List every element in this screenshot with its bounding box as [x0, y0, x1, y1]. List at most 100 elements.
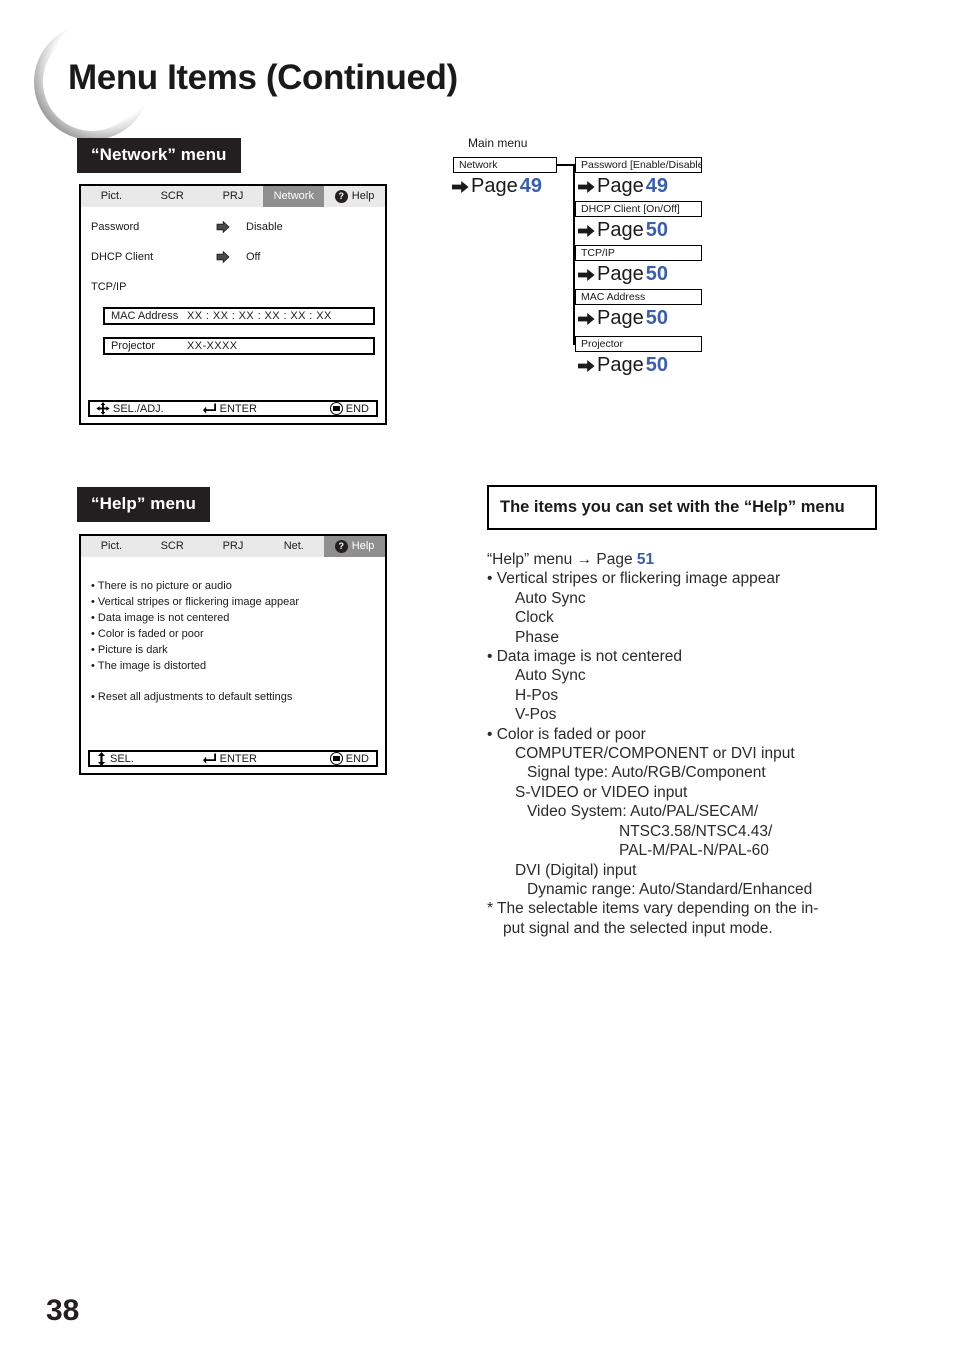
help-item-reset[interactable]: • Reset all adjustments to default setti…	[91, 691, 292, 703]
help-panel-line: Signal type: Auto/RGB/Component	[527, 764, 766, 782]
footer-enter-label: ENTER	[219, 402, 257, 415]
osd-tab-pict[interactable]: Pict.	[81, 186, 142, 207]
flow-box-dhcp-client: DHCP Client [On/Off]	[575, 201, 702, 217]
flow-box-mac-address: MAC Address	[575, 289, 702, 305]
footer-sel[interactable]: SEL.	[96, 751, 134, 766]
footer-enter[interactable]: ENTER	[203, 753, 257, 765]
help-panel-line: • Vertical stripes or flickering image a…	[487, 570, 781, 588]
help-osd-menubar: Pict. SCR PRJ Net. ? Help	[81, 536, 385, 557]
help-panel-line: Auto Sync	[515, 589, 586, 607]
osd-tab-help[interactable]: ? Help	[324, 186, 385, 207]
network-osd-footer: SEL./ADJ. ENTER END	[88, 400, 378, 417]
flow-pageref-dhcp-client-word: Page	[597, 219, 644, 241]
help-item-0[interactable]: • There is no picture or audio	[91, 580, 232, 592]
help-item-5-label: The image is distorted	[97, 660, 207, 672]
help-item-4[interactable]: • Picture is dark	[91, 644, 168, 656]
network-osd-body: Password Disable DHCP Client Off TCP/IP …	[81, 207, 385, 423]
footer-enter[interactable]: ENTER	[203, 403, 257, 415]
flow-pageref-dhcp-client[interactable]: Page 50	[578, 219, 668, 242]
help-panel-line: NTSC3.58/NTSC4.43/	[619, 822, 773, 840]
footer-end-label: END	[345, 402, 369, 415]
main-menu-label: Main menu	[468, 136, 528, 150]
right-arrow-icon	[578, 359, 595, 372]
osd-tab-network[interactable]: Network	[263, 186, 325, 207]
network-field-projector: Projector XX-XXXX	[103, 337, 375, 355]
help-panel-head: “Help” menu → Page 51	[487, 550, 887, 569]
network-osd-screenshot: Pict. SCR PRJ Network ? Help Password Di…	[79, 184, 387, 425]
right-arrow-icon	[578, 268, 595, 281]
flow-pageref-password[interactable]: Page 49	[578, 175, 668, 198]
osd-tab-prj[interactable]: PRJ	[203, 536, 264, 557]
help-panel-line: DVI (Digital) input	[515, 861, 637, 879]
help-item-0-label: There is no picture or audio	[97, 580, 232, 592]
footer-sel-label: SEL.	[110, 752, 134, 765]
help-panel-line: V-Pos	[515, 706, 557, 724]
right-arrow-icon	[216, 221, 230, 233]
help-panel-list: “Help” menu → Page 51 • Vertical stripes…	[487, 550, 887, 938]
help-panel-head-page-word: Page	[596, 551, 633, 568]
help-panel-line: PAL-M/PAL-N/PAL-60	[619, 842, 769, 860]
footer-enter-label: ENTER	[219, 752, 257, 765]
network-row-tcpip-label: TCP/IP	[91, 281, 127, 293]
flow-pageref-network[interactable]: Page 49	[452, 175, 542, 198]
flow-pageref-dhcp-client-num: 50	[645, 219, 668, 241]
footer-end[interactable]: END	[329, 402, 369, 415]
network-row-dhcp-label: DHCP Client	[91, 251, 154, 263]
end-button-icon	[329, 752, 343, 765]
help-item-3-label: Color is faded or poor	[97, 628, 204, 640]
osd-tab-net[interactable]: Net.	[263, 536, 324, 557]
footer-sel-adj[interactable]: SEL./ADJ.	[96, 402, 164, 415]
help-item-2[interactable]: • Data image is not centered	[91, 612, 229, 624]
flow-box-projector: Projector	[575, 336, 702, 352]
osd-tab-help[interactable]: ? Help	[324, 536, 385, 557]
enter-arrow-icon	[203, 753, 217, 764]
right-arrow-icon	[578, 180, 595, 193]
flow-pageref-tcpip-num: 50	[645, 263, 668, 285]
help-osd-body: • There is no picture or audio • Vertica…	[81, 557, 385, 773]
page-title: Menu Items (Continued)	[68, 58, 458, 97]
flow-pageref-mac-address[interactable]: Page 50	[578, 307, 668, 330]
help-panel-line: Video System: Auto/PAL/SECAM/	[527, 803, 759, 821]
network-row-password-value: Disable	[246, 221, 283, 233]
flow-box-tcpip: TCP/IP	[575, 245, 702, 261]
network-row-password-label: Password	[91, 221, 140, 233]
help-panel-line: S-VIDEO or VIDEO input	[515, 783, 688, 801]
flow-pageref-mac-address-num: 50	[645, 307, 668, 329]
flow-pageref-tcpip[interactable]: Page 50	[578, 263, 668, 286]
help-panel-line: • Data image is not centered	[487, 648, 682, 666]
help-panel-line: Auto Sync	[515, 667, 586, 685]
right-arrow-icon	[578, 312, 595, 325]
footer-end[interactable]: END	[329, 752, 369, 765]
help-panel-title-box: The items you can set with the “Help” me…	[487, 485, 877, 530]
right-arrow-icon	[578, 224, 595, 237]
right-arrow-icon	[452, 180, 469, 193]
osd-tab-help-label: Help	[351, 540, 375, 552]
help-osd-screenshot: Pict. SCR PRJ Net. ? Help • There is no …	[79, 534, 387, 775]
network-field-mac-value: XX : XX : XX : XX : XX : XX	[187, 310, 332, 322]
help-panel-line: Phase	[515, 628, 559, 646]
help-item-5[interactable]: • The image is distorted	[91, 660, 206, 672]
osd-tab-pict[interactable]: Pict.	[81, 536, 142, 557]
help-panel-line: • Color is faded or poor	[487, 725, 646, 743]
help-item-2-label: Data image is not centered	[97, 612, 230, 624]
footer-sel-adj-label: SEL./ADJ.	[113, 402, 164, 415]
help-osd-footer: SEL. ENTER END	[88, 750, 378, 767]
osd-tab-scr[interactable]: SCR	[142, 186, 203, 207]
help-item-4-label: Picture is dark	[97, 644, 168, 656]
question-mark-icon: ?	[334, 190, 348, 203]
help-panel-line: Clock	[515, 609, 554, 627]
help-item-1-label: Vertical stripes or flickering image app…	[97, 596, 300, 608]
help-panel-note: * The selectable items vary depending on…	[487, 900, 819, 918]
osd-tab-prj[interactable]: PRJ	[203, 186, 264, 207]
flow-pageref-network-word: Page	[471, 175, 518, 197]
page-number: 38	[46, 1294, 80, 1327]
question-mark-icon: ?	[334, 540, 348, 553]
flow-pageref-projector[interactable]: Page 50	[578, 354, 668, 377]
right-arrow-icon: →	[576, 551, 593, 568]
flow-pageref-projector-word: Page	[597, 354, 644, 376]
help-item-3[interactable]: • Color is faded or poor	[91, 628, 204, 640]
help-item-1[interactable]: • Vertical stripes or flickering image a…	[91, 596, 299, 608]
osd-tab-scr[interactable]: SCR	[142, 536, 203, 557]
help-panel-note: put signal and the selected input mode.	[503, 919, 773, 937]
help-panel-line: Dynamic range: Auto/Standard/Enhanced	[527, 880, 813, 898]
